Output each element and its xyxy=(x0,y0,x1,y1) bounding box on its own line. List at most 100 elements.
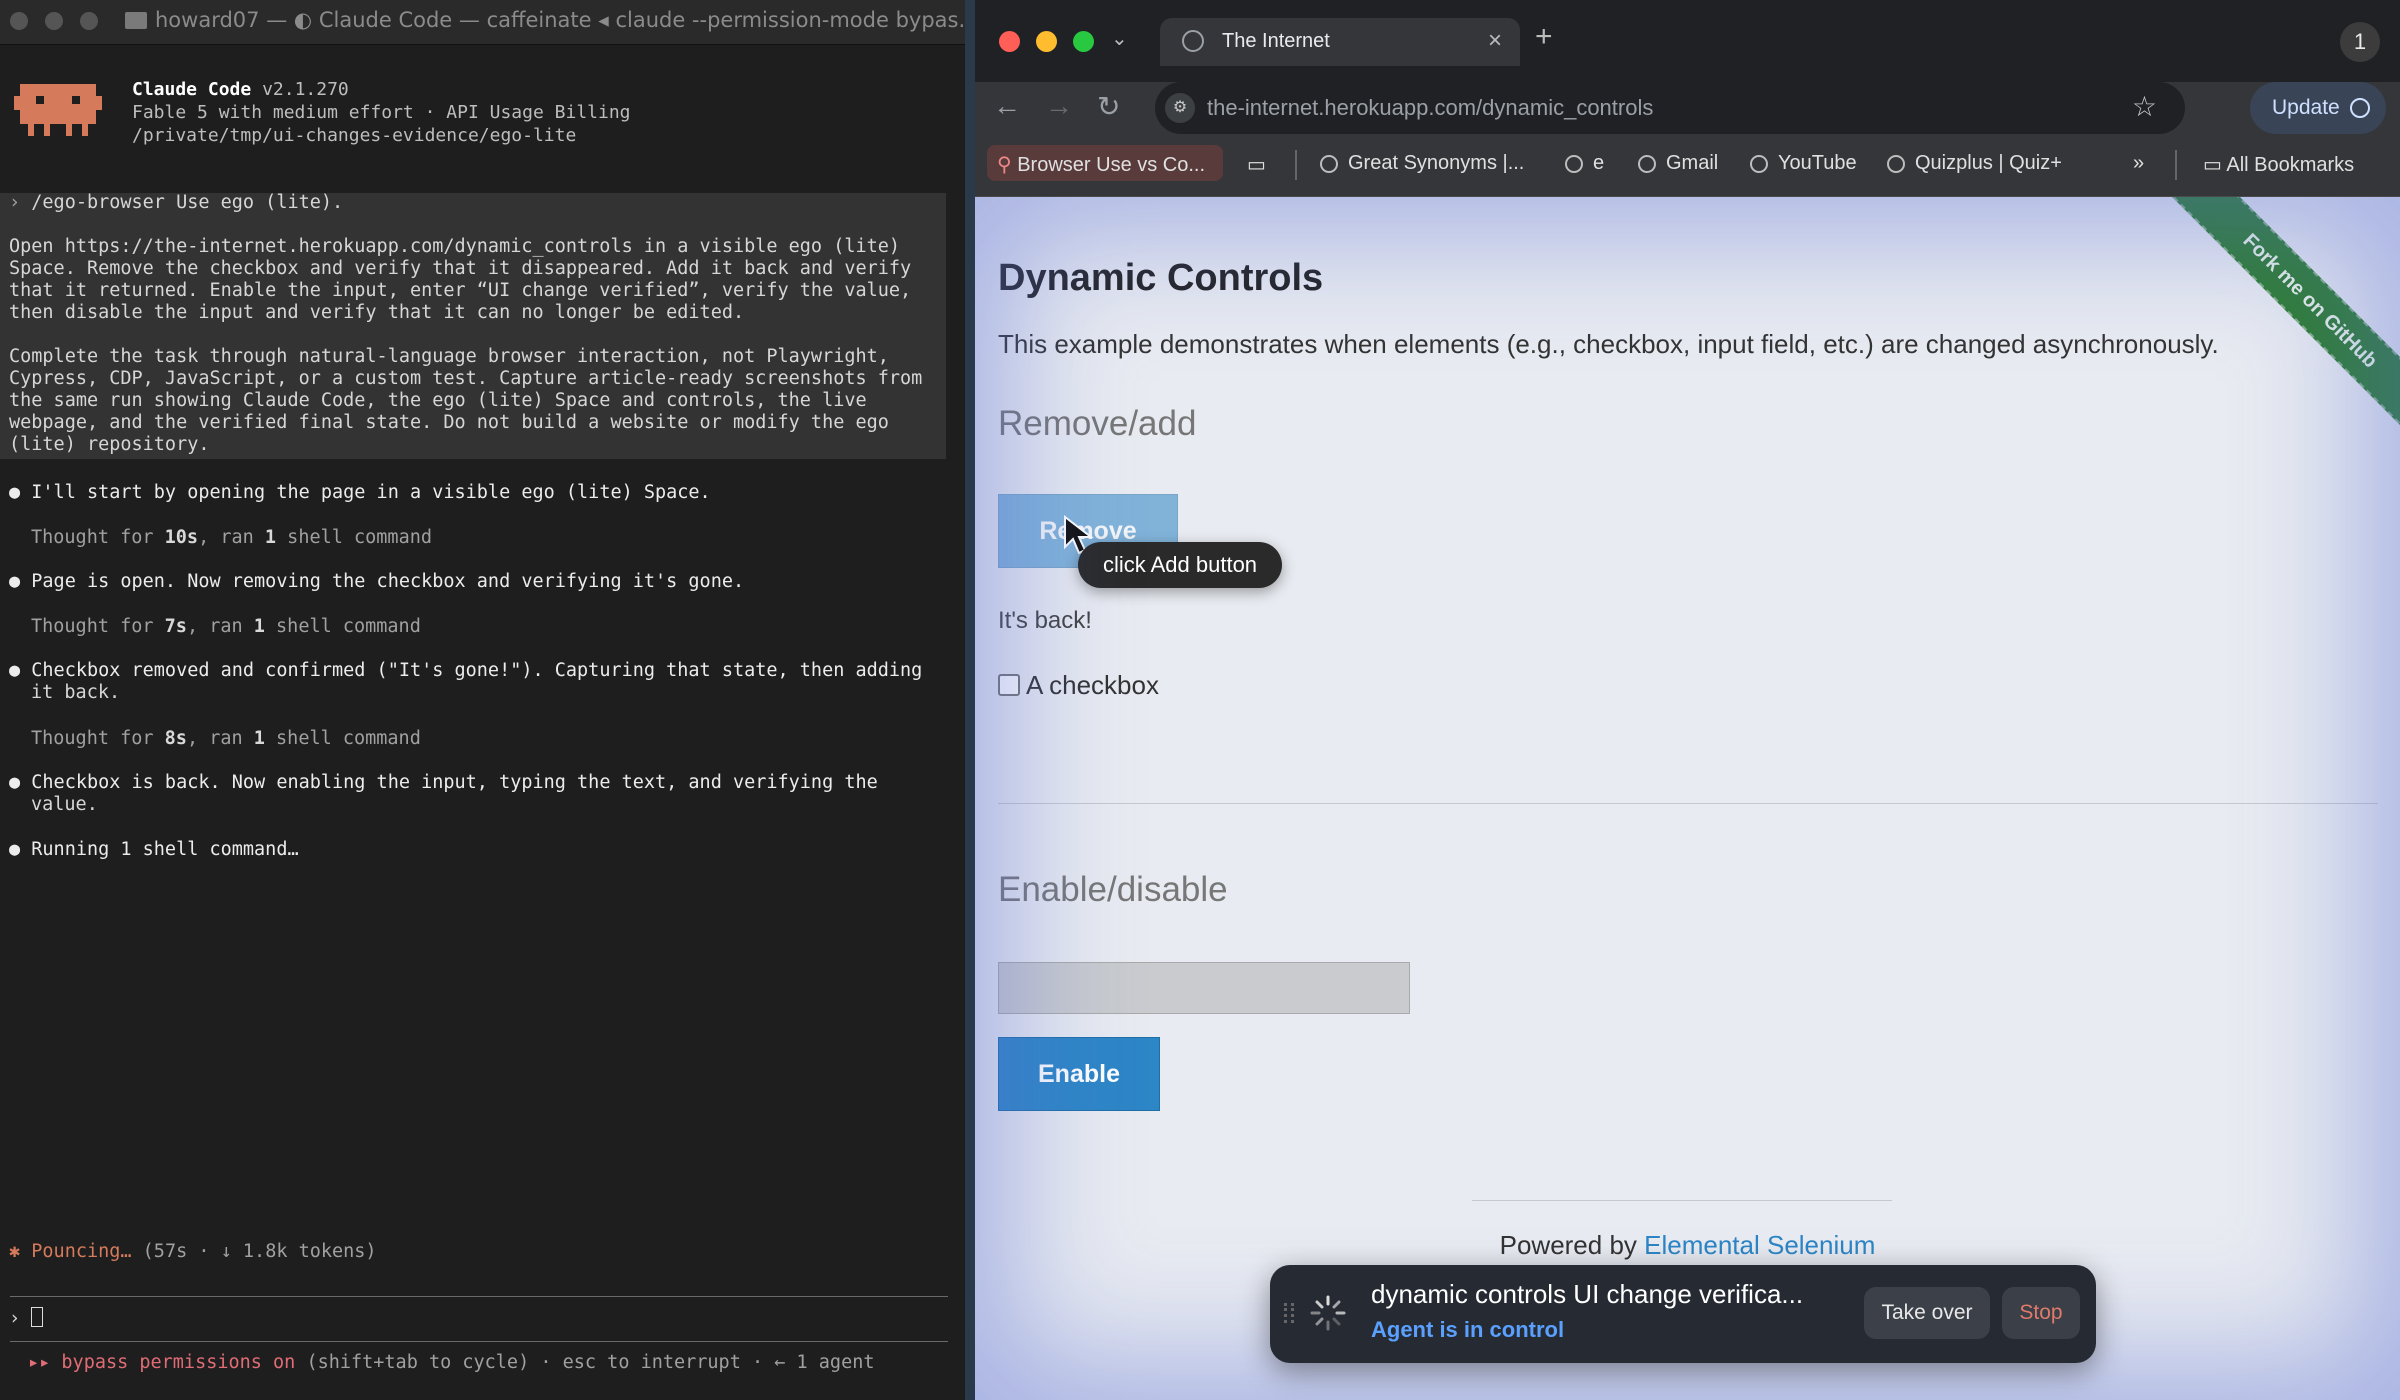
close-dot[interactable] xyxy=(10,12,28,30)
footer-divider xyxy=(1472,1200,1892,1201)
all-bookmarks[interactable]: ▭ All Bookmarks xyxy=(2203,152,2354,177)
bookmark-label: YouTube xyxy=(1778,152,1857,174)
zoom-dot[interactable] xyxy=(1073,31,1094,52)
terminal-title: howard07 — ◐ Claude Code — caffeinate ◂ … xyxy=(125,8,965,32)
enable-button[interactable]: Enable xyxy=(998,1037,1160,1111)
globe-icon xyxy=(1182,30,1204,52)
globe-icon xyxy=(1638,155,1656,173)
address-bar[interactable]: ⚙ the-internet.herokuapp.com/dynamic_con… xyxy=(1155,82,2185,134)
claude-mascot-icon xyxy=(14,84,102,136)
spinner-icon xyxy=(1310,1295,1346,1331)
thought-time: 8s xyxy=(164,728,187,749)
checkbox-row[interactable]: A checkbox xyxy=(998,670,1159,701)
thought-time: 7s xyxy=(164,616,187,637)
minimize-dot[interactable] xyxy=(45,12,63,30)
forward-arrow-icon[interactable]: → xyxy=(1045,90,1073,122)
prompt-command-text: /ego-browser Use ego (lite). xyxy=(31,192,344,213)
status-message: It's back! xyxy=(998,607,1092,634)
globe-icon xyxy=(1320,155,1338,173)
globe-icon xyxy=(1565,155,1583,173)
close-icon[interactable]: × xyxy=(1488,27,1502,55)
checkbox[interactable] xyxy=(998,674,1020,696)
text-input-disabled[interactable] xyxy=(998,962,1410,1014)
section-remove-add-heading: Remove/add xyxy=(998,404,1197,443)
drag-handle-icon[interactable] xyxy=(1284,1303,1294,1323)
profile-badge[interactable]: 1 xyxy=(2340,22,2380,62)
running-line: ● Running 1 shell command… xyxy=(9,839,299,860)
tab-title: The Internet xyxy=(1222,30,1330,52)
star-icon[interactable]: ☆ xyxy=(2132,90,2157,123)
thought-part: shell command xyxy=(264,728,421,749)
input-line[interactable]: › xyxy=(9,1307,44,1330)
close-dot[interactable] xyxy=(999,31,1020,52)
bookmark-folder-icon[interactable]: ▭ xyxy=(1247,152,1266,177)
terminal-title-text: howard07 — ◐ Claude Code — caffeinate ◂ … xyxy=(155,8,965,32)
spinner-stats: (57s · ↓ 1.8k tokens) xyxy=(142,1241,377,1262)
site-settings-icon[interactable]: ⚙ xyxy=(1165,93,1195,123)
spinner-text: ✱ Pouncing… xyxy=(9,1241,132,1262)
url-text[interactable]: the-internet.herokuapp.com/dynamic_contr… xyxy=(1207,95,1653,121)
step-text: Checkbox is back. Now enabling the input… xyxy=(31,772,878,793)
agent-glow-overlay xyxy=(975,197,2400,1400)
window-gap xyxy=(965,0,975,1400)
prompt-line: that it returned. Enable the input, ente… xyxy=(9,280,912,301)
prompt-line: webpage, and the verified final state. D… xyxy=(9,412,889,433)
footer-text: Powered by xyxy=(1499,1230,1645,1260)
step-text-cont: value. xyxy=(31,794,98,815)
section-enable-disable-heading: Enable/disable xyxy=(998,870,1228,909)
tab-bar: ⌄ The Internet × + 1 xyxy=(975,0,2400,82)
search-icon: ⚲ xyxy=(997,154,1018,176)
input-divider-bottom xyxy=(10,1341,948,1342)
model-line: Fable 5 with medium effort · API Usage B… xyxy=(132,102,631,123)
prompt-line: then disable the input and verify that i… xyxy=(9,302,745,323)
browser-window: ⌄ The Internet × + 1 ← → ↻ ⚙ the-interne… xyxy=(975,0,2400,1400)
step-bullet: ● Checkbox is back. Now enabling the inp… xyxy=(9,772,878,793)
bypass-hint: (shift+tab to cycle) · esc to interrupt … xyxy=(306,1352,875,1373)
stop-button[interactable]: Stop xyxy=(2002,1287,2080,1339)
tab-list-chevron-icon[interactable]: ⌄ xyxy=(1111,26,1128,51)
thought-part: Thought for xyxy=(31,728,165,749)
more-bookmarks-icon[interactable]: » xyxy=(2133,152,2144,175)
thought-count: 1 xyxy=(253,728,265,749)
new-tab-plus-icon[interactable]: + xyxy=(1535,20,1553,54)
web-page: Fork me on GitHub Dynamic Controls This … xyxy=(975,197,2400,1400)
claude-meta: Claude Code v2.1.270 Fable 5 with medium… xyxy=(132,78,631,147)
folder-icon: ▭ xyxy=(2203,154,2227,176)
thought-line: Thought for 10s, ran 1 shell command xyxy=(31,527,432,549)
agent-control-bar: dynamic controls UI change verifica... A… xyxy=(1270,1265,2096,1363)
thought-part: , ran xyxy=(186,616,254,637)
action-tooltip: click Add button xyxy=(1078,542,1282,588)
update-label: Update xyxy=(2272,96,2340,119)
bookmark-e[interactable]: e xyxy=(1565,152,1604,175)
agent-task-title: dynamic controls UI change verifica... xyxy=(1371,1279,1804,1309)
prompt-command: › /ego-browser Use ego (lite). xyxy=(9,192,344,213)
bookmark-quizplus[interactable]: Quizplus | Quiz+ xyxy=(1887,152,2062,175)
step-text: Checkbox removed and confirmed ("It's go… xyxy=(31,660,923,681)
thought-part: shell command xyxy=(264,616,421,637)
prompt-line: Complete the task through natural-langua… xyxy=(9,346,889,367)
bookmark-youtube[interactable]: YouTube xyxy=(1750,152,1857,175)
terminal-window: howard07 — ◐ Claude Code — caffeinate ◂ … xyxy=(0,0,965,1400)
terminal-titlebar: howard07 — ◐ Claude Code — caffeinate ◂ … xyxy=(0,0,965,45)
minimize-dot[interactable] xyxy=(1036,31,1057,52)
tab-the-internet[interactable]: The Internet × xyxy=(1160,18,1520,66)
update-button[interactable]: Update xyxy=(2250,82,2386,134)
reload-icon[interactable]: ↻ xyxy=(1097,90,1120,123)
prompt-line: Cypress, CDP, JavaScript, or a custom te… xyxy=(9,368,923,389)
back-arrow-icon[interactable]: ← xyxy=(993,90,1021,122)
bookmark-label: Gmail xyxy=(1666,152,1719,174)
bookmark-browser-use[interactable]: ⚲ Browser Use vs Co... xyxy=(997,152,1205,177)
thought-part: , ran xyxy=(186,728,254,749)
bookmark-great-synonyms[interactable]: Great Synonyms |... xyxy=(1320,152,1524,175)
globe-icon xyxy=(1887,155,1905,173)
step-text: I'll start by opening the page in a visi… xyxy=(31,482,711,503)
take-over-button[interactable]: Take over xyxy=(1864,1287,1990,1339)
bookmarks-bar: ⚲ Browser Use vs Co... ▭ Great Synonyms … xyxy=(975,134,2400,197)
zoom-dot[interactable] xyxy=(80,12,98,30)
globe-icon xyxy=(1750,155,1768,173)
page-description: This example demonstrates when elements … xyxy=(998,329,2219,359)
bookmark-gmail[interactable]: Gmail xyxy=(1638,152,1718,175)
fork-me-ribbon[interactable]: Fork me on GitHub xyxy=(2165,197,2400,446)
folder-icon xyxy=(125,12,147,29)
elemental-selenium-link[interactable]: Elemental Selenium xyxy=(1644,1230,1875,1260)
